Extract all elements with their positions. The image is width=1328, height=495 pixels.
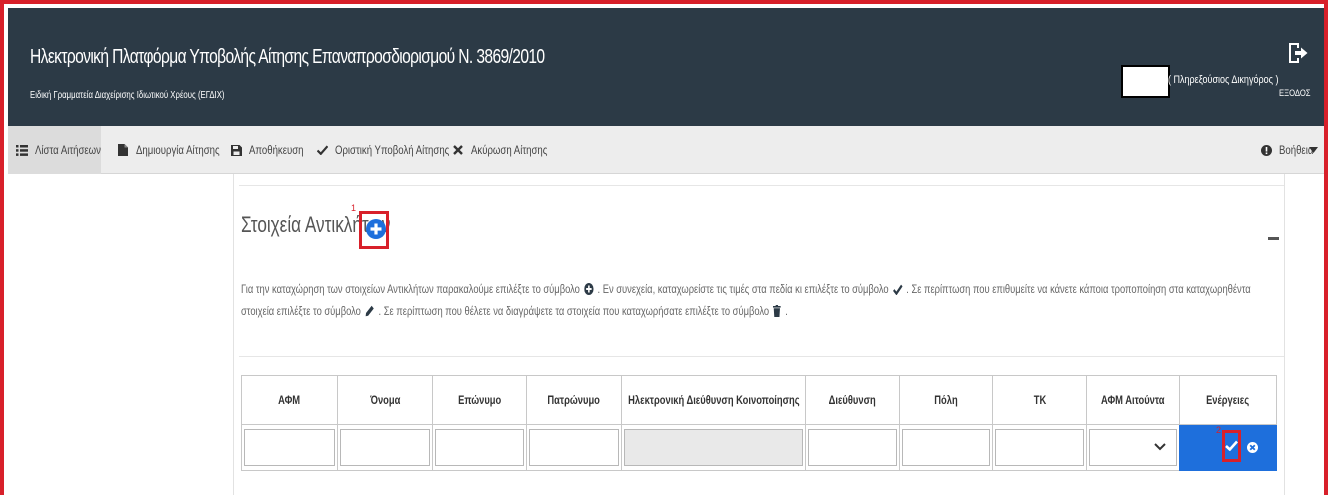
check-icon <box>892 284 903 295</box>
applicant-afm-select[interactable] <box>1089 429 1177 466</box>
logout-button[interactable]: ΕΞΟΔΟΣ <box>1279 88 1311 98</box>
divider <box>239 356 1284 357</box>
column-header: ΤΚ <box>992 375 1086 425</box>
last-name-input[interactable] <box>435 429 524 466</box>
trash-icon <box>773 305 782 317</box>
app-header: Ηλεκτρονική Πλατφόρμα Υποβολής Αίτησης Ε… <box>8 8 1324 126</box>
toolbar-item-label: Οριστική Υποβολή Αίτησης <box>335 143 450 157</box>
step-marker-2: 2 <box>1216 425 1222 435</box>
caret-down-icon <box>1309 147 1318 153</box>
logout-icon[interactable] <box>1286 41 1310 65</box>
toolbar-item-label: Δημιουργία Αίτησης <box>136 143 220 157</box>
column-header: ΑΦΜ Αιτούντα <box>1086 375 1179 425</box>
chevron-down-icon <box>1154 443 1166 451</box>
toolbar-item-applications-list[interactable]: Λίστα Αιτήσεων <box>8 126 101 174</box>
city-input[interactable] <box>902 429 990 466</box>
toolbar: Λίστα Αιτήσεων Δημιουργία Αίτησης Αποθήκ… <box>8 126 1324 174</box>
column-header: Ηλεκτρονική Διεύθυνση Κοινοποίησης <box>621 375 805 425</box>
divider <box>239 185 1284 186</box>
step-marker-1: 1 <box>351 203 357 213</box>
toolbar-item-label: Αποθήκευση <box>249 143 304 157</box>
first-name-input[interactable] <box>340 429 430 466</box>
afm-input[interactable] <box>244 429 335 466</box>
column-header: Πόλη <box>899 375 992 425</box>
toolbar-item-create-application[interactable]: Δημιουργία Αίτησης <box>117 126 241 174</box>
instructions-text: Για την καταχώρηση των στοιχείων Αντικλή… <box>241 278 1281 322</box>
instructions-part: . Σε περίπτωση που θέλετε να διαγράψετε … <box>378 304 770 318</box>
address-input[interactable] <box>808 429 897 466</box>
instructions-part: . <box>785 304 788 318</box>
add-representative-button[interactable] <box>366 219 386 239</box>
instructions-part: Για την καταχώρηση των στοιχείων Αντικλή… <box>241 282 580 296</box>
toolbar-item-cancel-application[interactable]: Ακύρωση Αίτησης <box>452 126 566 174</box>
column-header: ΑΦΜ <box>241 375 337 425</box>
fathers-name-input[interactable] <box>529 429 619 466</box>
representatives-table: ΑΦΜ Όνομα Επώνυμο Πατρώνυμο Ηλεκτρονική … <box>241 375 1277 471</box>
column-header: Όνομα <box>337 375 432 425</box>
column-header: Πατρώνυμο <box>526 375 621 425</box>
instructions-part: . Εν συνεχεία, καταχωρείστε τις τιμές στ… <box>597 282 889 296</box>
column-header: Επώνυμο <box>432 375 526 425</box>
pencil-icon <box>365 305 374 317</box>
table-input-row: 2 <box>241 425 1277 471</box>
column-header: Διεύθυνση <box>805 375 899 425</box>
plus-circle-icon <box>584 283 594 295</box>
app-frame: Ηλεκτρονική Πλατφόρμα Υποβολής Αίτησης Ε… <box>0 0 1328 495</box>
exclamation-circle-icon <box>1260 144 1272 156</box>
table-header-row: ΑΦΜ Όνομα Επώνυμο Πατρώνυμο Ηλεκτρονική … <box>241 375 1277 425</box>
collapse-section-button[interactable] <box>1268 237 1279 240</box>
page-title: Ηλεκτρονική Πλατφόρμα Υποβολής Αίτησης Ε… <box>30 46 545 68</box>
toolbar-item-label: Λίστα Αιτήσεων <box>35 143 101 157</box>
check-icon <box>316 144 328 156</box>
postal-code-input[interactable] <box>995 429 1084 466</box>
toolbar-item-label: Ακύρωση Αίτησης <box>471 143 548 157</box>
save-row-check-icon[interactable] <box>1225 440 1238 451</box>
list-icon <box>16 144 28 156</box>
organization-name: Ειδική Γραμματεία Διαχείρισης Ιδιωτικού … <box>30 90 225 101</box>
username-redacted <box>1121 65 1170 98</box>
cancel-row-icon[interactable] <box>1247 442 1258 453</box>
times-icon <box>452 144 464 156</box>
notification-email-input <box>624 429 803 466</box>
actions-cell: 2 <box>1179 425 1277 471</box>
user-role: ( Πληρεξούσιος Δικηγόρος ) <box>1168 74 1279 86</box>
file-icon <box>117 144 129 156</box>
help-dropdown[interactable]: Βοήθεια <box>1260 126 1322 174</box>
toolbar-item-save[interactable]: Αποθήκευση <box>230 126 317 174</box>
column-header: Ενέργειες <box>1179 375 1277 425</box>
save-icon <box>230 144 242 156</box>
